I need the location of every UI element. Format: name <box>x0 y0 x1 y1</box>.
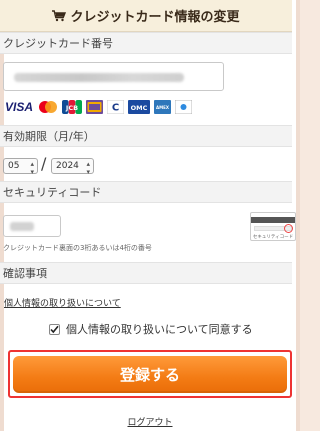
visa-logo: VISA <box>4 100 33 114</box>
cbs-text: C <box>112 103 119 114</box>
agree-label: 個人情報の取り扱いについて同意する <box>66 323 253 336</box>
mastercard-logo <box>38 99 58 115</box>
expiry-heading: 有効期限（月/年） <box>0 125 292 147</box>
select-arrows-icon: ▴ ▾ <box>86 160 90 176</box>
card-number-heading: クレジットカード番号 <box>0 32 292 54</box>
card-back-label: セキュリティコード <box>252 235 294 240</box>
submit-highlight-frame: 登録する <box>8 350 292 398</box>
card-brand-list: VISA JCB C OMC AMEX <box>4 99 192 115</box>
select-arrows-icon: ▴ ▾ <box>30 160 34 176</box>
expiry-year-value: 2024 <box>56 161 79 171</box>
logout-link[interactable]: ログアウト <box>0 415 300 428</box>
privacy-policy-link[interactable]: 個人情報の取り扱いについて <box>4 296 121 309</box>
confirm-heading: 確認事項 <box>0 262 292 284</box>
omc-logo: OMC <box>128 99 150 115</box>
jcb-logo: JCB <box>62 99 82 115</box>
masked-security-code <box>10 222 34 231</box>
expiry-year-select[interactable]: 2024 ▴ ▾ <box>51 158 94 176</box>
amex-text: AMEX <box>156 105 169 110</box>
magnetic-stripe <box>251 217 295 223</box>
page-header: クレジットカード情報の変更 <box>0 0 292 32</box>
agree-checkbox[interactable] <box>49 323 60 335</box>
security-code-highlight <box>284 224 293 233</box>
card-brand-other-logo <box>175 99 192 115</box>
security-code-note: クレジットカード裏面の3桁あるいは4桁の番号 <box>3 244 152 252</box>
expiry-month-value: 05 <box>8 161 20 171</box>
masked-card-number <box>14 73 184 82</box>
card-back-image: セキュリティコード <box>250 212 296 241</box>
page-title: クレジットカード情報の変更 <box>70 10 240 25</box>
register-button[interactable]: 登録する <box>13 356 287 393</box>
agree-checkbox-row[interactable]: 個人情報の取り扱いについて同意する <box>49 321 253 337</box>
omc-text: OMC <box>131 104 148 112</box>
checkmark-icon <box>50 325 59 333</box>
cbs-logo: C <box>107 99 124 115</box>
card-number-input[interactable] <box>3 62 224 91</box>
diners-logo <box>86 99 103 115</box>
expiry-month-select[interactable]: 05 ▴ ▾ <box>3 158 38 176</box>
cart-icon <box>52 9 67 22</box>
security-code-heading: セキュリティコード <box>0 181 292 203</box>
jcb-text: JCB <box>65 104 78 112</box>
expiry-separator: / <box>41 154 47 173</box>
amex-logo: AMEX <box>154 99 171 115</box>
security-code-input[interactable] <box>3 215 61 237</box>
